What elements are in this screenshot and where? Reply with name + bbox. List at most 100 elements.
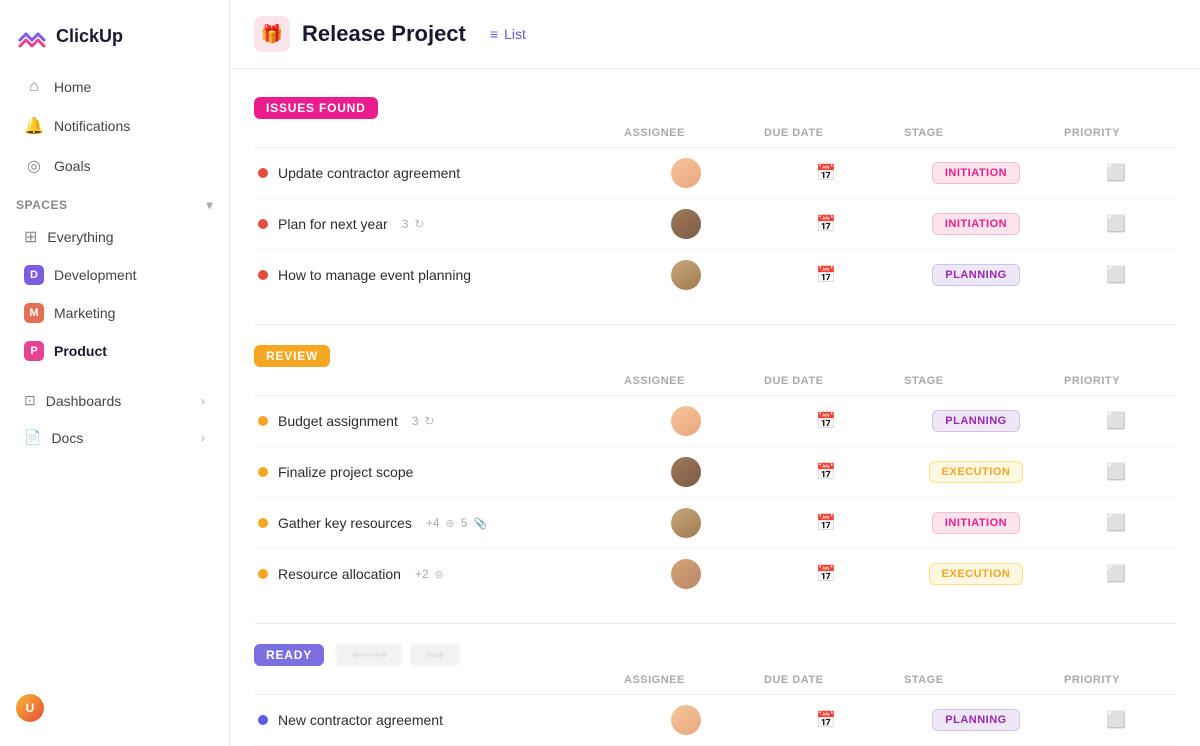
col-task-name (254, 127, 616, 139)
task-count: 3 (412, 414, 419, 428)
table-row: Finalize project scope 📅 EXECUTION ⬜ (254, 447, 1176, 498)
priority-icon: ⬜ (1106, 564, 1126, 584)
app-logo[interactable]: ClickUp (0, 12, 229, 68)
due-date-cell[interactable]: 📅 (756, 163, 896, 183)
calendar-icon: 📅 (816, 214, 836, 234)
refresh-icon: ↻ (425, 414, 435, 428)
task-name[interactable]: Plan for next year (278, 216, 388, 232)
task-status-dot (258, 467, 268, 477)
task-meta: +2 ⊚ (415, 567, 444, 581)
section-issues-found: ISSUES FOUND ASSIGNEE DUE DATE STAGE PRI… (254, 85, 1176, 300)
due-date-cell[interactable]: 📅 (756, 462, 896, 482)
priority-cell: ⬜ (1056, 214, 1176, 234)
paperclip-icon: 📎 (473, 517, 487, 530)
due-date-cell[interactable]: 📅 (756, 265, 896, 285)
stage-cell[interactable]: PLANNING (896, 410, 1056, 432)
assignee-cell (616, 209, 756, 239)
table-row: How to manage event planning 📅 PLANNING … (254, 250, 1176, 300)
task-name[interactable]: Update contractor agreement (278, 165, 460, 181)
spaces-chevron-icon[interactable]: ▾ (206, 198, 213, 212)
task-count: 3 (402, 217, 409, 231)
sidebar-item-notifications[interactable]: 🔔 Notifications (8, 107, 221, 145)
sidebar-item-goals[interactable]: ◎ Goals (8, 147, 221, 185)
task-name[interactable]: How to manage event planning (278, 267, 471, 283)
task-meta: +4 ⊚ 5 📎 (426, 516, 487, 530)
stage-cell[interactable]: EXECUTION (896, 461, 1056, 483)
stage-cell[interactable]: PLANNING (896, 264, 1056, 286)
task-meta: 3 ↻ (402, 217, 425, 231)
development-badge: D (24, 265, 44, 285)
docs-icon: 📄 (24, 429, 41, 446)
sidebar-item-dashboards[interactable]: ⊡ Dashboards › (8, 383, 221, 418)
sidebar-item-development-label: Development (54, 267, 137, 283)
sidebar-item-home[interactable]: ⌂ Home (8, 69, 221, 105)
task-status-dot (258, 715, 268, 725)
due-date-cell[interactable]: 📅 (756, 214, 896, 234)
calendar-icon: 📅 (816, 163, 836, 183)
sidebar-item-marketing[interactable]: M Marketing (8, 295, 221, 331)
priority-cell: ⬜ (1056, 462, 1176, 482)
due-date-cell[interactable]: 📅 (756, 411, 896, 431)
view-tab-list[interactable]: ≡ List (478, 20, 538, 48)
sidebar-item-everything[interactable]: ⊞ Everything (8, 219, 221, 255)
stage-cell[interactable]: INITIATION (896, 162, 1056, 184)
stage-cell[interactable]: INITIATION (896, 213, 1056, 235)
section-ready: READY ⟵⟶ ⟹ ASSIGNEE DUE DATE STAGE PRIOR… (254, 640, 1176, 746)
sidebar-item-product[interactable]: P Product (8, 333, 221, 369)
task-name[interactable]: Finalize project scope (278, 464, 413, 480)
spaces-section-header: Spaces ▾ (0, 186, 229, 218)
docs-chevron-icon: › (201, 431, 205, 445)
stage-badge: PLANNING (932, 410, 1019, 432)
priority-icon: ⬜ (1106, 214, 1126, 234)
assignee-cell (616, 406, 756, 436)
sidebar-item-development[interactable]: D Development (8, 257, 221, 293)
main-header: 🎁 Release Project ≡ List (230, 0, 1200, 69)
logo-text: ClickUp (56, 26, 123, 47)
stage-cell[interactable]: PLANNING (896, 709, 1056, 731)
col-due-date: DUE DATE (756, 674, 896, 686)
attachment-count: 5 (461, 516, 468, 530)
priority-icon: ⬜ (1106, 710, 1126, 730)
task-name-cell: How to manage event planning (254, 267, 616, 283)
assignee-cell (616, 457, 756, 487)
ready-toolbar-btn-1: ⟵⟶ (336, 644, 402, 666)
due-date-cell[interactable]: 📅 (756, 710, 896, 730)
everything-icon: ⊞ (24, 227, 37, 247)
task-name[interactable]: Gather key resources (278, 515, 412, 531)
col-priority: PRIORITY (1056, 375, 1176, 387)
stage-cell[interactable]: INITIATION (896, 512, 1056, 534)
stage-badge: INITIATION (932, 213, 1020, 235)
refresh-icon: ↻ (414, 217, 424, 231)
task-count: +4 (426, 516, 440, 530)
section-divider (254, 623, 1176, 624)
task-name-cell: New contractor agreement (254, 712, 616, 728)
calendar-icon: 📅 (816, 411, 836, 431)
col-priority: PRIORITY (1056, 674, 1176, 686)
table-row: Plan for next year 3 ↻ 📅 INITIATION ⬜ (254, 199, 1176, 250)
task-status-dot (258, 168, 268, 178)
sidebar-item-docs[interactable]: 📄 Docs › (8, 420, 221, 455)
task-name-cell: Update contractor agreement (254, 165, 616, 181)
calendar-icon: 📅 (816, 462, 836, 482)
avatar (671, 209, 701, 239)
task-name[interactable]: Resource allocation (278, 566, 401, 582)
sidebar: ClickUp ⌂ Home 🔔 Notifications ◎ Goals S… (0, 0, 230, 746)
due-date-cell[interactable]: 📅 (756, 564, 896, 584)
priority-cell: ⬜ (1056, 564, 1176, 584)
project-icon: 🎁 (254, 16, 290, 52)
section-label-issues: ISSUES FOUND (254, 97, 378, 119)
stage-badge: EXECUTION (929, 461, 1024, 483)
col-assignee: ASSIGNEE (616, 674, 756, 686)
dashboards-chevron-icon: › (201, 394, 205, 408)
col-task-name (254, 375, 616, 387)
priority-cell: ⬜ (1056, 163, 1176, 183)
user-avatar[interactable]: U (16, 694, 44, 722)
task-name[interactable]: Budget assignment (278, 413, 398, 429)
col-stage: STAGE (896, 674, 1056, 686)
stage-cell[interactable]: EXECUTION (896, 563, 1056, 585)
task-name[interactable]: New contractor agreement (278, 712, 443, 728)
avatar (671, 158, 701, 188)
priority-icon: ⬜ (1106, 513, 1126, 533)
due-date-cell[interactable]: 📅 (756, 513, 896, 533)
priority-icon: ⬜ (1106, 462, 1126, 482)
